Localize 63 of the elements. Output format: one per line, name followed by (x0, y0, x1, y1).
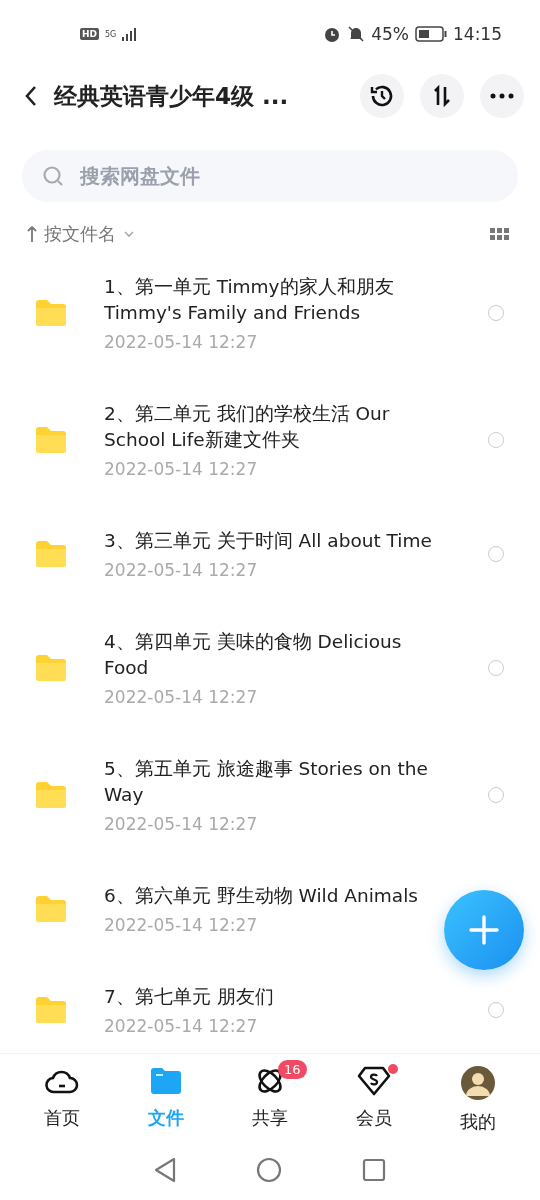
folder-icon (34, 996, 68, 1024)
notification-badge: 16 (278, 1060, 307, 1079)
nav-tab[interactable]: 会员 (334, 1066, 414, 1134)
diamond-icon (357, 1066, 391, 1096)
folder-title: 经典英语青少年4级 ... (54, 81, 290, 111)
more-icon (490, 93, 514, 99)
folder-row[interactable]: 5、第五单元 旅途趣事 Stories on the Way 2022-05-14 12:27 (0, 736, 540, 863)
folder-icon (34, 426, 68, 454)
grid-view-icon[interactable] (490, 228, 510, 240)
back-nav-icon[interactable] (154, 1157, 176, 1183)
orbit-icon (255, 1066, 285, 1096)
folder-icon (150, 1066, 182, 1096)
folder-icon (34, 895, 68, 923)
folder-row[interactable]: 2、第二单元 我们的学校生活 Our School Life新建文件夹 2022-05-14 12:27 (0, 381, 540, 508)
folder-row[interactable]: 1、第一单元 Timmy的家人和朋友 Timmy's Family and Friends 2022-05-14 12:27 (0, 254, 540, 381)
nav-tab[interactable]: 我的 (438, 1066, 518, 1134)
recents-nav-icon[interactable] (362, 1158, 386, 1182)
back-icon[interactable] (24, 85, 38, 107)
add-button[interactable] (444, 890, 524, 970)
search-input[interactable]: 搜索网盘文件 (78, 163, 498, 189)
battery-percent: 45% (371, 24, 409, 44)
folder-name: 3、第三单元 关于时间 All about Time (104, 529, 433, 553)
battery-icon (415, 26, 447, 42)
folder-date: 2022-05-14 12:27 (104, 459, 259, 479)
folder-row[interactable]: 6、第六单元 野生动物 Wild Animals 2022-05-14 12:27 (0, 863, 540, 964)
folder-date: 2022-05-14 12:27 (104, 687, 259, 707)
folder-name: 7、第七单元 朋友们 (104, 985, 275, 1009)
hd-indicator: HD (80, 28, 99, 40)
folder-row[interactable]: 7、第七单元 朋友们 2022-05-14 12:27 (0, 964, 540, 1053)
signal-icon (122, 27, 139, 41)
clock-time: 14:15 (453, 24, 502, 44)
arrow-up-icon (26, 225, 38, 243)
sort-by-name-dropdown[interactable]: 按文件名 (26, 222, 136, 246)
sort-button[interactable] (420, 74, 464, 118)
history-icon (369, 83, 395, 109)
avatar-icon (461, 1066, 495, 1100)
folder-date: 2022-05-14 12:27 (104, 332, 259, 352)
folder-row[interactable]: 3、第三单元 关于时间 All about Time 2022-05-14 12:27 (0, 508, 540, 609)
folder-row[interactable]: 4、第四单元 美味的食物 Delicious Food 2022-05-14 12:27 (0, 609, 540, 736)
bell-muted-icon (347, 25, 366, 43)
folder-name: 2、第二单元 我们的学校生活 Our School Life新建文件夹 (104, 402, 391, 452)
folder-icon (34, 540, 68, 568)
search-icon (42, 165, 64, 187)
chevron-down-icon (122, 229, 136, 239)
history-button[interactable] (360, 74, 404, 118)
nav-tab[interactable]: 首页 (22, 1066, 102, 1134)
folder-icon (34, 299, 68, 327)
more-button[interactable] (480, 74, 524, 118)
search-field[interactable]: 搜索网盘文件 (22, 150, 518, 202)
alarm-icon (323, 25, 342, 43)
folder-name: 5、第五单元 旅途趣事 Stories on the Way (104, 757, 429, 807)
plus-icon (469, 915, 499, 945)
home-nav-icon[interactable] (256, 1157, 282, 1183)
folder-icon (34, 654, 68, 682)
folder-date: 2022-05-14 12:27 (104, 1016, 259, 1036)
network-type: 5G (105, 29, 117, 39)
folder-date: 2022-05-14 12:27 (104, 814, 259, 834)
folder-name: 6、第六单元 野生动物 Wild Animals (104, 884, 419, 908)
folder-date: 2022-05-14 12:27 (104, 560, 259, 580)
folder-name: 4、第四单元 美味的食物 Delicious Food (104, 630, 403, 680)
folder-date: 2022-05-14 12:27 (104, 915, 259, 935)
folder-icon (34, 781, 68, 809)
folder-name: 1、第一单元 Timmy的家人和朋友 Timmy's Family and Friends (104, 275, 395, 325)
